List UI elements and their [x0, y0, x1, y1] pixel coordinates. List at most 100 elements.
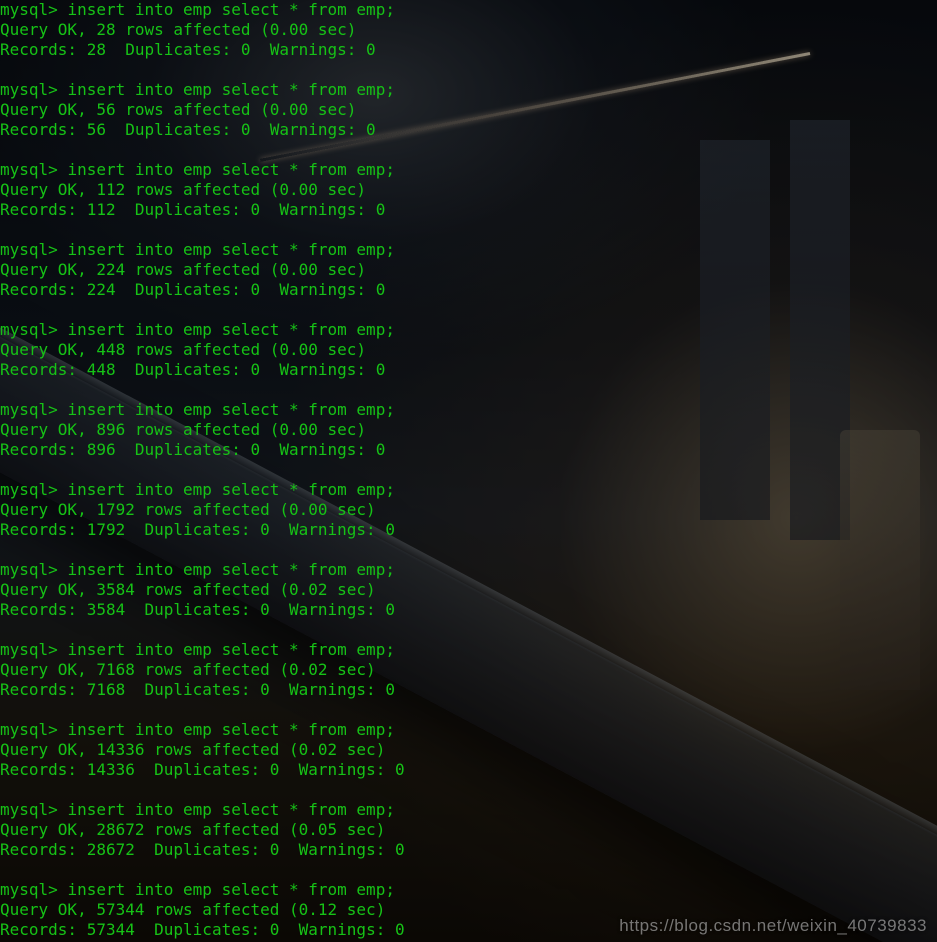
mysql-prompt: mysql> [0, 640, 67, 659]
rows-affected: 7168 [96, 660, 135, 679]
rows-affected: 14336 [96, 740, 144, 759]
dup-warn-text: Duplicates: 0 Warnings: 0 [116, 440, 386, 459]
records-line: Records: 112 Duplicates: 0 Warnings: 0 [0, 200, 937, 220]
sql-command: insert into emp select * from emp; [67, 480, 395, 499]
records-count: 1792 [87, 520, 126, 539]
records-line: Records: 56 Duplicates: 0 Warnings: 0 [0, 120, 937, 140]
rows-affected: 896 [96, 420, 125, 439]
query-ok-line: Query OK, 896 rows affected (0.00 sec) [0, 420, 937, 440]
query-ok-prefix: Query OK, [0, 500, 96, 519]
elapsed-time: 0.00 [279, 180, 318, 199]
mysql-prompt: mysql> [0, 880, 67, 899]
elapsed-time: 0.00 [289, 500, 328, 519]
query-ok-suffix: sec) [308, 20, 356, 39]
command-line[interactable]: mysql> insert into emp select * from emp… [0, 480, 937, 500]
dup-warn-text: Duplicates: 0 Warnings: 0 [135, 920, 405, 939]
records-line: Records: 224 Duplicates: 0 Warnings: 0 [0, 280, 937, 300]
command-line[interactable]: mysql> insert into emp select * from emp… [0, 560, 937, 580]
blank-line [0, 220, 937, 240]
query-ok-suffix: sec) [328, 580, 376, 599]
mysql-prompt: mysql> [0, 560, 67, 579]
terminal-output[interactable]: mysql> insert into emp select * from emp… [0, 0, 937, 940]
records-line: Records: 28672 Duplicates: 0 Warnings: 0 [0, 840, 937, 860]
sql-command: insert into emp select * from emp; [67, 560, 395, 579]
blank-line [0, 460, 937, 480]
query-ok-line: Query OK, 7168 rows affected (0.02 sec) [0, 660, 937, 680]
mysql-prompt: mysql> [0, 720, 67, 739]
query-ok-suffix: sec) [318, 260, 366, 279]
command-line[interactable]: mysql> insert into emp select * from emp… [0, 640, 937, 660]
command-line[interactable]: mysql> insert into emp select * from emp… [0, 800, 937, 820]
command-line[interactable]: mysql> insert into emp select * from emp… [0, 160, 937, 180]
mysql-prompt: mysql> [0, 320, 67, 339]
mysql-prompt: mysql> [0, 160, 67, 179]
sql-command: insert into emp select * from emp; [67, 0, 395, 19]
sql-command: insert into emp select * from emp; [67, 800, 395, 819]
query-ok-line: Query OK, 56 rows affected (0.00 sec) [0, 100, 937, 120]
sql-command: insert into emp select * from emp; [67, 880, 395, 899]
query-ok-suffix: sec) [318, 180, 366, 199]
mysql-prompt: mysql> [0, 480, 67, 499]
query-ok-prefix: Query OK, [0, 900, 96, 919]
blank-line [0, 780, 937, 800]
command-line[interactable]: mysql> insert into emp select * from emp… [0, 240, 937, 260]
query-ok-suffix: sec) [328, 500, 376, 519]
records-line: Records: 7168 Duplicates: 0 Warnings: 0 [0, 680, 937, 700]
query-ok-mid: rows affected ( [125, 420, 279, 439]
records-prefix: Records: [0, 200, 87, 219]
query-ok-mid: rows affected ( [125, 340, 279, 359]
records-prefix: Records: [0, 760, 87, 779]
query-ok-line: Query OK, 14336 rows affected (0.02 sec) [0, 740, 937, 760]
query-ok-prefix: Query OK, [0, 660, 96, 679]
dup-warn-text: Duplicates: 0 Warnings: 0 [116, 200, 386, 219]
command-line[interactable]: mysql> insert into emp select * from emp… [0, 880, 937, 900]
query-ok-mid: rows affected ( [145, 900, 299, 919]
watermark-text: https://blog.csdn.net/weixin_40739833 [619, 916, 927, 936]
command-line[interactable]: mysql> insert into emp select * from emp… [0, 720, 937, 740]
elapsed-time: 0.02 [289, 580, 328, 599]
records-count: 14336 [87, 760, 135, 779]
records-prefix: Records: [0, 840, 87, 859]
elapsed-time: 0.00 [270, 100, 309, 119]
elapsed-time: 0.00 [270, 20, 309, 39]
rows-affected: 3584 [96, 580, 135, 599]
records-prefix: Records: [0, 520, 87, 539]
records-count: 28 [87, 40, 106, 59]
query-ok-suffix: sec) [337, 740, 385, 759]
records-count: 56 [87, 120, 106, 139]
records-prefix: Records: [0, 40, 87, 59]
records-line: Records: 14336 Duplicates: 0 Warnings: 0 [0, 760, 937, 780]
command-line[interactable]: mysql> insert into emp select * from emp… [0, 0, 937, 20]
query-ok-mid: rows affected ( [125, 260, 279, 279]
elapsed-time: 0.00 [279, 260, 318, 279]
query-ok-mid: rows affected ( [116, 100, 270, 119]
query-ok-prefix: Query OK, [0, 420, 96, 439]
rows-affected: 28672 [96, 820, 144, 839]
query-ok-line: Query OK, 224 rows affected (0.00 sec) [0, 260, 937, 280]
mysql-prompt: mysql> [0, 0, 67, 19]
query-ok-mid: rows affected ( [145, 740, 299, 759]
command-line[interactable]: mysql> insert into emp select * from emp… [0, 400, 937, 420]
records-prefix: Records: [0, 680, 87, 699]
query-ok-suffix: sec) [328, 660, 376, 679]
query-ok-line: Query OK, 112 rows affected (0.00 sec) [0, 180, 937, 200]
dup-warn-text: Duplicates: 0 Warnings: 0 [135, 840, 405, 859]
elapsed-time: 0.00 [279, 340, 318, 359]
command-line[interactable]: mysql> insert into emp select * from emp… [0, 80, 937, 100]
query-ok-mid: rows affected ( [135, 660, 289, 679]
rows-affected: 448 [96, 340, 125, 359]
records-count: 224 [87, 280, 116, 299]
query-ok-line: Query OK, 28 rows affected (0.00 sec) [0, 20, 937, 40]
blank-line [0, 380, 937, 400]
records-count: 448 [87, 360, 116, 379]
sql-command: insert into emp select * from emp; [67, 80, 395, 99]
records-line: Records: 28 Duplicates: 0 Warnings: 0 [0, 40, 937, 60]
query-ok-prefix: Query OK, [0, 580, 96, 599]
elapsed-time: 0.00 [279, 420, 318, 439]
records-count: 57344 [87, 920, 135, 939]
command-line[interactable]: mysql> insert into emp select * from emp… [0, 320, 937, 340]
records-line: Records: 1792 Duplicates: 0 Warnings: 0 [0, 520, 937, 540]
mysql-prompt: mysql> [0, 240, 67, 259]
query-ok-suffix: sec) [337, 820, 385, 839]
mysql-prompt: mysql> [0, 80, 67, 99]
